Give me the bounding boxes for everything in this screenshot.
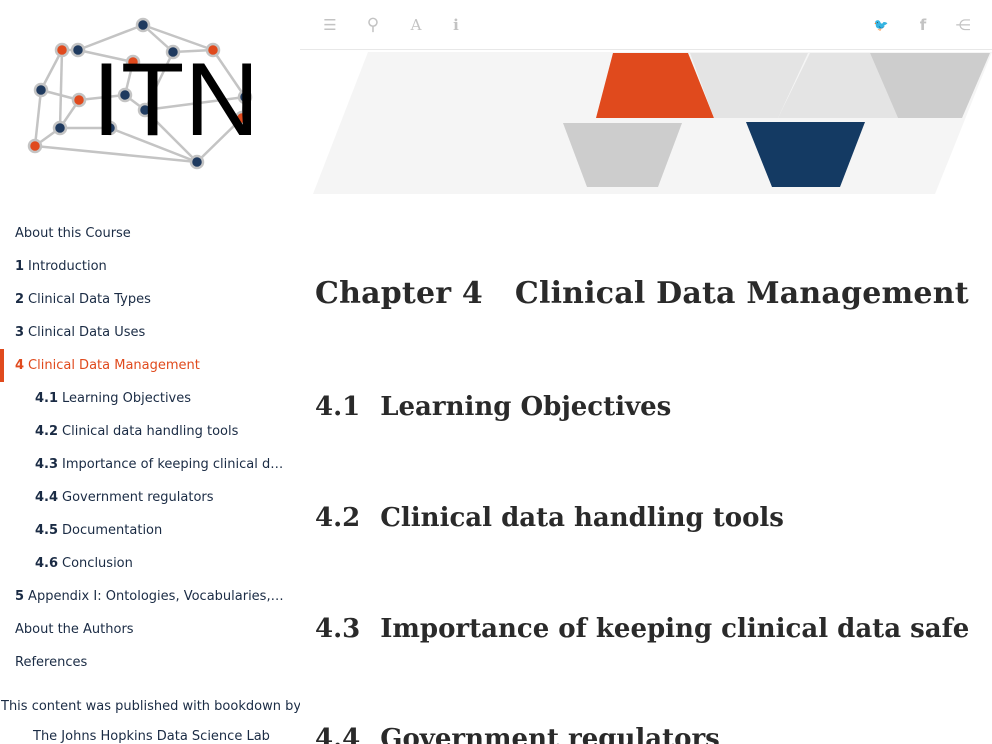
toc-num: 4	[15, 358, 25, 373]
section-heading: 4.1 Learning Objectives	[315, 392, 671, 422]
toc-num: 2	[15, 292, 25, 307]
book-toolbar: ☰ ⚲ A i 🐦 f ⋲	[300, 0, 992, 50]
toc-label: About this Course	[15, 226, 131, 241]
section-heading: 4.4 Government regulators	[315, 724, 720, 744]
toc-num: 4.2	[35, 424, 59, 439]
chapter-banner	[313, 52, 992, 194]
search-icon[interactable]: ⚲	[362, 14, 384, 36]
section-number: 4.3	[315, 614, 361, 644]
chapter-title: Chapter 4 Clinical Data Management	[315, 276, 969, 311]
toc-num: 4.3	[35, 457, 59, 472]
section-title: Importance of keeping clinical data safe	[380, 614, 970, 644]
toc-item-about-authors[interactable]: About the Authors	[0, 613, 300, 646]
toc-num: 4.4	[35, 490, 59, 505]
section-title: Learning Objectives	[380, 392, 672, 422]
publisher-link[interactable]: The Johns Hopkins Data Science Lab	[33, 729, 270, 744]
section-heading: 4.3 Importance of keeping clinical data s…	[315, 614, 969, 644]
toc-label: Clinical Data Types	[28, 292, 151, 307]
toc-label: Clinical Data Management	[28, 358, 200, 373]
toc-item-appendix[interactable]: 5 Appendix I: Ontologies, Vocabularies, T…	[0, 580, 300, 613]
section-title: Government regulators	[380, 724, 720, 744]
info-icon[interactable]: i	[445, 14, 467, 36]
share-icon[interactable]: ⋲	[952, 14, 974, 36]
font-settings-icon[interactable]: A	[405, 14, 427, 36]
toc-item-learning-objectives[interactable]: 4.1 Learning Objectives	[0, 382, 300, 415]
toc-item-references[interactable]: References	[0, 646, 300, 679]
toc-item-clinical-data-uses[interactable]: 3 Clinical Data Uses	[0, 316, 300, 349]
toc-item-clinical-data-types[interactable]: 2 Clinical Data Types	[0, 283, 300, 316]
toc-num: 4.6	[35, 556, 59, 571]
toc-num: 4.5	[35, 523, 59, 538]
toc-item-about-course[interactable]: About this Course	[0, 217, 300, 250]
toc-label: About the Authors	[15, 622, 134, 637]
toc-label: Learning Objectives	[62, 391, 192, 406]
svg-text:ITN: ITN	[92, 42, 260, 158]
published-note: This content was published with bookdown…	[1, 699, 300, 714]
section-heading: 4.2 Clinical data handling tools	[315, 503, 784, 533]
section-number: 4.2	[315, 503, 361, 533]
toc-num: 4.1	[35, 391, 59, 406]
itn-logo: ITN	[27, 17, 260, 170]
toc-item-government-regulators[interactable]: 4.4 Government regulators	[0, 481, 300, 514]
toc-item-clinical-data-management[interactable]: 4 Clinical Data Management	[0, 349, 300, 382]
twitter-icon[interactable]: 🐦	[870, 14, 892, 36]
toc-label: Clinical data handling tools	[62, 424, 239, 439]
toc-label: Importance of keeping clinical data safe	[62, 457, 300, 472]
toc-num: 5	[15, 589, 25, 604]
toc-label: Introduction	[28, 259, 107, 274]
toc-item-conclusion[interactable]: 4.6 Conclusion	[0, 547, 300, 580]
section-title: Clinical data handling tools	[380, 503, 784, 533]
sidebar: ITN About this Course 1 Introduction 2 Cli…	[0, 0, 300, 744]
toc-label: Government regulators	[62, 490, 214, 505]
toc-item-documentation[interactable]: 4.5 Documentation	[0, 514, 300, 547]
toc-label: Clinical Data Uses	[28, 325, 146, 340]
toc-toggle-icon[interactable]: ☰	[319, 14, 341, 36]
toc-num: 3	[15, 325, 25, 340]
toc-label: Appendix I: Ontologies, Vocabularies, Te…	[28, 589, 300, 604]
toc-label: Conclusion	[62, 556, 133, 571]
section-number: 4.4	[315, 724, 361, 744]
section-number: 4.1	[315, 392, 361, 422]
facebook-icon[interactable]: f	[912, 14, 934, 36]
toc-item-keeping-data-safe[interactable]: 4.3 Importance of keeping clinical data s…	[0, 448, 300, 481]
toc-item-introduction[interactable]: 1 Introduction	[0, 250, 300, 283]
toc-num: 1	[15, 259, 25, 274]
toc-label: Documentation	[62, 523, 163, 538]
toc-label: References	[15, 655, 88, 670]
table-of-contents: About this Course 1 Introduction 2 Clinica…	[0, 217, 300, 679]
toc-item-data-handling-tools[interactable]: 4.2 Clinical data handling tools	[0, 415, 300, 448]
